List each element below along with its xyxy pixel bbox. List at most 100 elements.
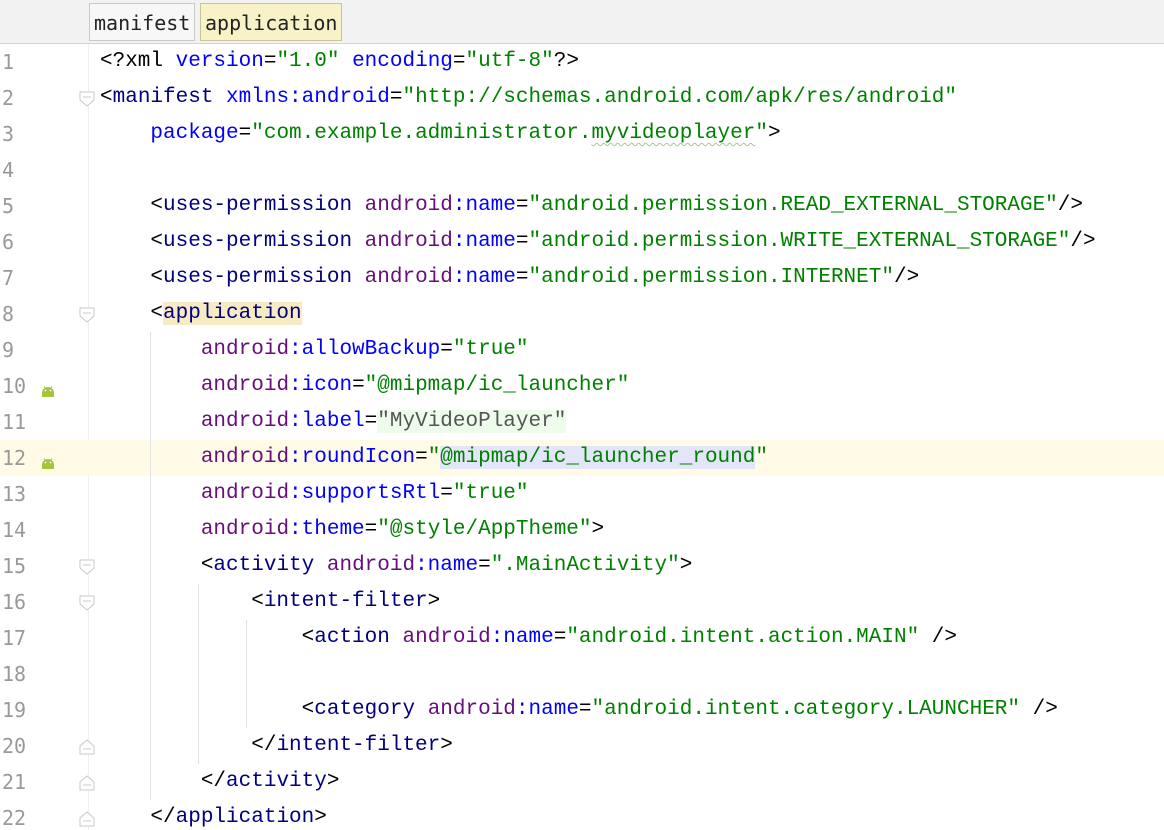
xml-tag-name-highlighted: application xyxy=(163,302,302,325)
code-text[interactable]: </activity> xyxy=(100,764,340,800)
xml-punctuation: = xyxy=(578,698,592,721)
code-line[interactable]: 4 xyxy=(0,152,1164,188)
breadcrumb-manifest[interactable]: manifest xyxy=(89,3,195,41)
xml-namespace: android xyxy=(402,626,491,649)
code-line[interactable]: 8 <application xyxy=(0,296,1164,332)
xml-punctuation: > xyxy=(314,806,327,829)
line-number: 18 xyxy=(2,662,27,686)
xml-punctuation: = xyxy=(238,122,252,145)
xml-attribute-value: " xyxy=(755,446,768,469)
code-line[interactable]: 9 android:allowBackup="true" xyxy=(0,332,1164,368)
code-line[interactable]: 11 android:label="MyVideoPlayer" xyxy=(0,404,1164,440)
code-line[interactable]: 7 <uses-permission android:name="android… xyxy=(0,260,1164,296)
xml-punctuation xyxy=(100,122,150,145)
xml-punctuation: < xyxy=(100,626,315,649)
line-number: 2 xyxy=(2,86,15,110)
xml-punctuation: = xyxy=(440,338,453,361)
code-text[interactable]: <intent-filter> xyxy=(100,584,440,620)
code-text[interactable]: <uses-permission android:name="android.p… xyxy=(100,260,919,296)
xml-punctuation: < xyxy=(100,590,264,613)
xml-punctuation xyxy=(339,50,352,73)
line-number: 5 xyxy=(2,194,15,218)
android-icon[interactable] xyxy=(40,379,56,397)
xml-attribute: :name xyxy=(452,230,516,253)
code-text[interactable]: android:theme="@style/AppTheme"> xyxy=(100,512,604,548)
code-text[interactable]: </application> xyxy=(100,800,327,830)
code-text[interactable]: <manifest xmlns:android="http://schemas.… xyxy=(100,80,957,116)
code-line[interactable]: 16 <intent-filter> xyxy=(0,584,1164,620)
xml-punctuation: = xyxy=(515,230,529,253)
xml-tag-name: uses-permission xyxy=(163,266,353,289)
code-text[interactable]: android:roundIcon="@mipmap/ic_launcher_r… xyxy=(100,440,768,476)
code-text[interactable]: </intent-filter> xyxy=(100,728,453,764)
code-text[interactable]: <action android:name="android.intent.act… xyxy=(100,620,957,656)
xml-attribute-value: " xyxy=(427,446,441,469)
breadcrumb-bar: manifest application xyxy=(0,0,1164,44)
code-line[interactable]: 17 <action android:name="android.intent.… xyxy=(0,620,1164,656)
xml-attribute-value: " xyxy=(755,122,768,145)
xml-attribute-value: "android.intent.category.LAUNCHER" xyxy=(591,698,1021,721)
xml-namespace: android xyxy=(200,374,290,397)
xml-namespace: android xyxy=(200,410,290,433)
code-text[interactable]: <application xyxy=(100,296,302,332)
code-text[interactable]: android:supportsRtl="true" xyxy=(100,476,529,512)
code-line[interactable]: 18 xyxy=(0,656,1164,692)
xml-attribute-value: "utf-8" xyxy=(465,50,554,73)
fold-collapse-icon[interactable] xyxy=(77,557,97,577)
code-text[interactable]: <category android:name="android.intent.c… xyxy=(100,692,1058,728)
xml-punctuation: /> xyxy=(919,626,957,649)
code-text[interactable]: <uses-permission android:name="android.p… xyxy=(100,224,1095,260)
code-text[interactable]: <?xml version="1.0" encoding="utf-8"?> xyxy=(100,44,579,80)
code-line[interactable]: 3 package="com.example.administrator.myv… xyxy=(0,116,1164,152)
fold-collapse-icon[interactable] xyxy=(77,593,97,613)
code-line[interactable]: 21 </activity> xyxy=(0,764,1164,800)
xml-punctuation xyxy=(352,194,365,217)
xml-punctuation: = xyxy=(263,50,277,73)
xml-tag-name: intent-filter xyxy=(276,734,441,757)
xml-attribute-value: "@mipmap/ic_launcher" xyxy=(364,374,630,397)
code-line[interactable]: 19 <category android:name="android.inten… xyxy=(0,692,1164,728)
code-text[interactable]: android:label="MyVideoPlayer" xyxy=(100,404,567,440)
xml-punctuation xyxy=(213,86,226,109)
code-text[interactable]: <activity android:name=".MainActivity"> xyxy=(100,548,693,584)
breadcrumb-application[interactable]: application xyxy=(200,3,342,41)
code-line[interactable]: 12 android:roundIcon="@mipmap/ic_launche… xyxy=(0,440,1164,476)
code-line[interactable]: 20 </intent-filter> xyxy=(0,728,1164,764)
xml-tag-name: action xyxy=(314,626,390,649)
fold-end-icon[interactable] xyxy=(77,737,97,757)
code-editor[interactable]: 1 <?xml version="1.0" encoding="utf-8"?> 2… xyxy=(0,44,1164,830)
xml-attribute: :roundIcon xyxy=(289,446,416,469)
xml-tag-name: intent-filter xyxy=(263,590,428,613)
xml-attribute: :name xyxy=(490,626,554,649)
xml-namespace: android xyxy=(364,230,453,253)
line-number: 9 xyxy=(2,338,15,362)
xml-punctuation: = xyxy=(515,194,529,217)
fold-collapse-icon[interactable] xyxy=(77,305,97,325)
xml-punctuation: < xyxy=(100,86,113,109)
fold-end-icon[interactable] xyxy=(77,809,97,829)
code-line[interactable]: 2 <manifest xmlns:android="http://schemas… xyxy=(0,80,1164,116)
code-text[interactable]: android:icon="@mipmap/ic_launcher" xyxy=(100,368,630,404)
fold-collapse-icon[interactable] xyxy=(77,89,97,109)
indent-guide xyxy=(246,620,247,728)
code-line[interactable]: 5 <uses-permission android:name="android… xyxy=(0,188,1164,224)
code-text[interactable]: package="com.example.administrator.myvid… xyxy=(100,116,780,152)
code-line[interactable]: 6 <uses-permission android:name="android… xyxy=(0,224,1164,260)
xml-namespace: android xyxy=(364,194,453,217)
code-text[interactable]: android:allowBackup="true" xyxy=(100,332,529,368)
code-line[interactable]: 14 android:theme="@style/AppTheme"> xyxy=(0,512,1164,548)
code-line[interactable]: 13 android:supportsRtl="true" xyxy=(0,476,1164,512)
xml-punctuation: </ xyxy=(100,770,227,793)
xml-attribute-value-highlighted: @mipmap/ic_launcher_round xyxy=(440,446,756,469)
line-number: 1 xyxy=(2,50,15,74)
xml-namespace: android xyxy=(427,698,516,721)
code-line[interactable]: 10 android:icon="@mipmap/ic_launcher" xyxy=(0,368,1164,404)
code-line[interactable]: 1 <?xml version="1.0" encoding="utf-8"?> xyxy=(0,44,1164,80)
code-text[interactable]: <uses-permission android:name="android.p… xyxy=(100,188,1083,224)
fold-end-icon[interactable] xyxy=(77,773,97,793)
code-line[interactable]: 15 <activity android:name=".MainActivity… xyxy=(0,548,1164,584)
android-icon[interactable] xyxy=(40,451,56,469)
xml-punctuation: > xyxy=(440,734,453,757)
code-line[interactable]: 22 </application> xyxy=(0,800,1164,830)
xml-tag-name: uses-permission xyxy=(163,230,353,253)
